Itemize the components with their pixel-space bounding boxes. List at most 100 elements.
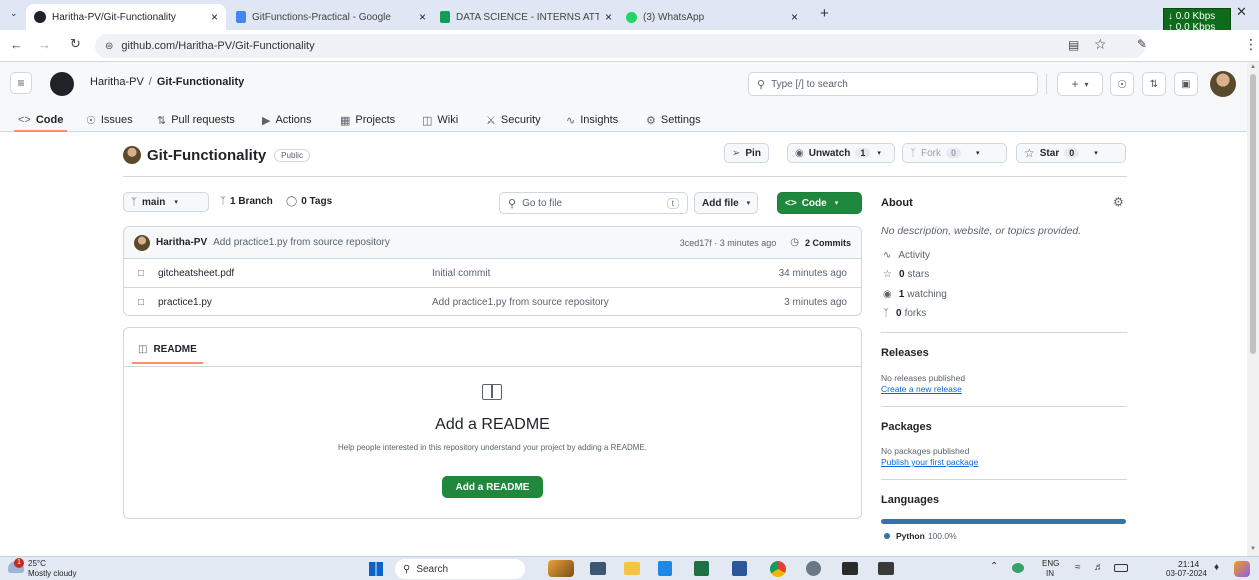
forks-link[interactable]: ᛉ 0 forks <box>883 308 926 319</box>
taskbar-search[interactable]: ⚲ Search <box>395 559 525 579</box>
go-to-file-input[interactable]: ⚲ Go to file t <box>499 192 688 214</box>
battery-icon[interactable] <box>1114 564 1128 572</box>
task-view-icon[interactable] <box>590 562 606 575</box>
more-menu-icon[interactable]: ⋮ <box>1244 36 1258 53</box>
windows-start-icon[interactable] <box>369 562 383 576</box>
tab-search-chevron-icon[interactable]: ⌄ <box>10 8 18 19</box>
browser-tab-active[interactable]: Haritha-PV/Git-Functionality × <box>26 4 226 30</box>
forward-icon[interactable]: → <box>38 37 51 52</box>
pin-button[interactable]: ➢ Pin <box>724 143 769 163</box>
bookmark-star-icon[interactable]: ☆ <box>1094 36 1107 53</box>
about-settings-gear-icon[interactable]: ⚙ <box>1113 195 1124 209</box>
reload-icon[interactable]: ↻ <box>70 36 81 52</box>
fork-button[interactable]: ᛉ Fork 0 ▾ <box>902 143 1007 163</box>
tab-settings[interactable]: ⚙ Settings <box>646 110 701 130</box>
file-name[interactable]: gitcheatsheet.pdf <box>158 268 432 279</box>
vscode-icon[interactable] <box>658 561 672 576</box>
wifi-icon[interactable]: ≈ <box>1075 562 1081 573</box>
tray-app-icon[interactable] <box>1012 563 1024 573</box>
browser-tab[interactable]: (3) WhatsApp × <box>622 8 802 26</box>
excel-icon[interactable] <box>694 561 709 576</box>
repo-name[interactable]: Git-Functionality <box>147 147 266 164</box>
tab-close-icon[interactable]: × <box>605 10 612 24</box>
code-button[interactable]: <> Code ▾ <box>777 192 862 214</box>
global-search-input[interactable]: ⚲ Type [/] to search <box>748 72 1038 96</box>
copilot-icon[interactable] <box>1234 561 1250 577</box>
repo-link[interactable]: Git-Functionality <box>157 76 244 88</box>
extensions-icon[interactable]: ✎ <box>1137 37 1147 51</box>
tags-link[interactable]: ◯ 0 Tags <box>286 196 332 207</box>
settings-app-icon[interactable] <box>806 561 821 576</box>
site-info-icon[interactable]: ⊜ <box>105 41 113 52</box>
clock-date[interactable]: 03-07-2024 <box>1166 569 1207 578</box>
tab-close-icon[interactable]: × <box>419 10 426 24</box>
activity-link[interactable]: ∿ Activity <box>883 250 930 261</box>
keyboard-layout-indicator[interactable]: IN <box>1046 569 1054 578</box>
star-button[interactable]: ☆ Star 0 ▾ <box>1016 143 1126 163</box>
branch-selector[interactable]: ᛉ main ▾ <box>123 192 209 212</box>
commit-message[interactable]: Add practice1.py from source repository <box>213 237 674 248</box>
tab-close-icon[interactable]: × <box>791 10 798 24</box>
owner-link[interactable]: Haritha-PV <box>90 76 144 88</box>
issues-icon[interactable]: ☉ <box>1110 72 1134 96</box>
file-commit-message[interactable]: Add practice1.py from source repository <box>432 297 784 308</box>
commits-link[interactable]: 2 Commits <box>805 238 851 248</box>
pull-requests-icon[interactable]: ⇅ <box>1142 72 1166 96</box>
language-indicator[interactable]: ENG <box>1042 559 1059 568</box>
add-file-label: Add file <box>702 197 739 209</box>
volume-icon[interactable]: ♬ <box>1094 562 1104 573</box>
tab-pull-requests[interactable]: ⇅ Pull requests <box>157 110 235 130</box>
chrome-icon[interactable] <box>770 561 786 577</box>
table-row[interactable]: □ gitcheatsheet.pdf Initial commit 34 mi… <box>124 259 861 288</box>
scrollbar-thumb[interactable] <box>1250 74 1256 354</box>
table-row[interactable]: □ practice1.py Add practice1.py from sou… <box>124 288 861 315</box>
file-commit-message[interactable]: Initial commit <box>432 268 779 279</box>
new-tab-button[interactable]: + <box>820 5 829 22</box>
add-readme-button[interactable]: Add a README <box>442 476 543 498</box>
browser-tab[interactable]: GitFunctions-Practical - Google × <box>232 8 430 26</box>
file-explorer-icon[interactable] <box>624 562 640 575</box>
tab-issues[interactable]: ☉ Issues <box>86 110 133 130</box>
file-name[interactable]: practice1.py <box>158 297 432 308</box>
clock-time[interactable]: 21:14 <box>1178 559 1199 569</box>
widgets-icon[interactable] <box>548 560 574 577</box>
tab-projects[interactable]: ▦ Projects <box>340 110 395 130</box>
close-window-button[interactable]: ✕ <box>1236 4 1247 20</box>
scrollbar-down-arrow[interactable]: ▼ <box>1250 546 1256 552</box>
unwatch-button[interactable]: ◉ Unwatch 1 ▾ <box>787 143 895 163</box>
branches-link[interactable]: ᛉ 1 Branch <box>220 196 273 207</box>
tab-wiki[interactable]: ◫ Wiki <box>422 110 458 130</box>
language-item[interactable]: Python 100.0% <box>884 531 957 541</box>
create-release-link[interactable]: Create a new release <box>881 384 962 394</box>
terminal-icon[interactable] <box>842 562 858 575</box>
releases-heading[interactable]: Releases <box>881 347 929 359</box>
notification-bell-icon[interactable]: ♦ <box>1214 562 1219 573</box>
tab-code[interactable]: <> Code <box>14 110 68 132</box>
add-file-button[interactable]: Add file ▾ <box>694 192 759 214</box>
create-new-button[interactable]: + ▾ <box>1057 72 1103 96</box>
hamburger-menu-button[interactable]: ≡ <box>10 72 32 94</box>
tab-close-icon[interactable]: × <box>211 10 218 24</box>
readme-tab[interactable]: ◫ README <box>132 336 203 364</box>
tab-insights[interactable]: ∿ Insights <box>566 110 618 130</box>
github-logo-icon[interactable] <box>50 72 74 96</box>
packages-heading[interactable]: Packages <box>881 421 932 433</box>
commit-hash-time[interactable]: 3ced17f · 3 minutes ago <box>680 238 777 248</box>
inbox-icon[interactable]: ▣ <box>1174 72 1198 96</box>
back-icon[interactable]: ← <box>10 37 23 52</box>
browser-tab[interactable]: DATA SCIENCE - INTERNS ATTE × <box>436 8 616 26</box>
watching-link[interactable]: ◉ 1 watching <box>883 289 947 300</box>
tab-security[interactable]: ⚔ Security <box>486 110 541 130</box>
stars-link[interactable]: ☆ 0 stars <box>883 269 929 280</box>
commit-author[interactable]: Haritha-PV <box>156 237 207 248</box>
tray-chevron-up-icon[interactable]: ⌃ <box>990 561 998 572</box>
page-scrollbar[interactable]: ▲ ▼ <box>1247 62 1259 556</box>
address-bar[interactable]: ⊜ github.com/Haritha-PV/Git-Functionalit… <box>95 34 1145 58</box>
cmd-icon[interactable] <box>878 562 894 575</box>
tab-actions[interactable]: ▶ Actions <box>262 110 312 130</box>
word-icon[interactable] <box>732 561 747 576</box>
user-avatar[interactable] <box>1210 71 1236 97</box>
scrollbar-up-arrow[interactable]: ▲ <box>1250 64 1256 70</box>
cast-icon[interactable]: ▤ <box>1068 38 1079 52</box>
publish-package-link[interactable]: Publish your first package <box>881 457 978 467</box>
